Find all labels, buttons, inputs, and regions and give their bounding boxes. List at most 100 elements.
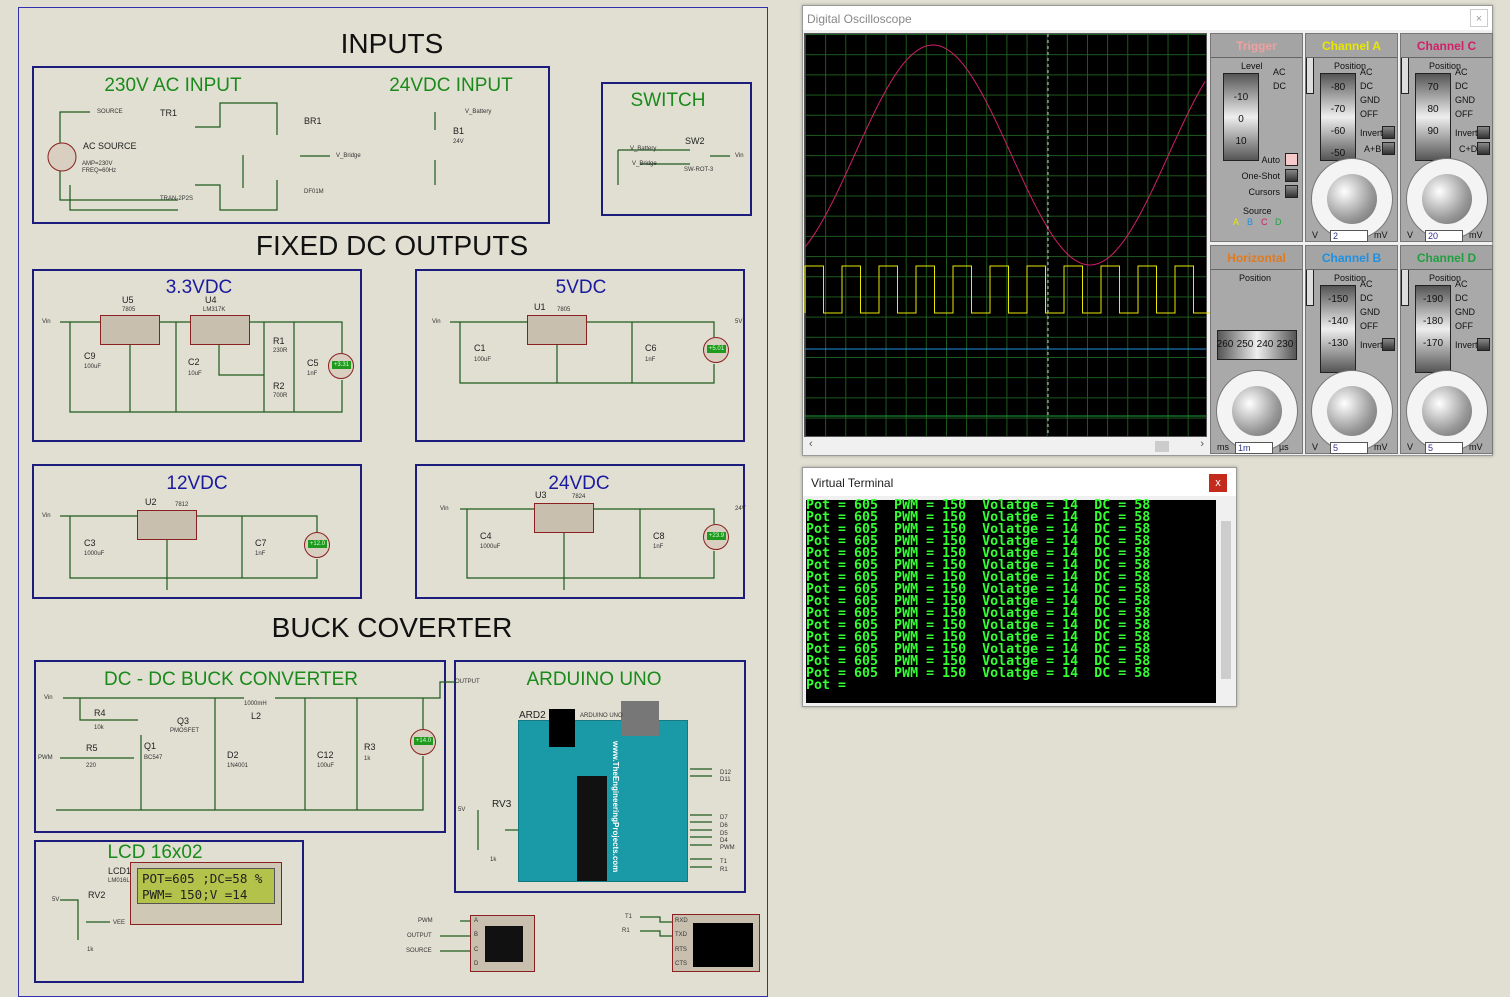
coupling-label: DC — [1455, 81, 1468, 91]
coupling-label: AC — [1455, 67, 1468, 77]
volts-div-knob[interactable] — [1311, 370, 1393, 452]
component-label: VEE — [113, 920, 126, 926]
knob-value[interactable]: 20 — [1425, 230, 1463, 242]
component-label: C6 — [645, 343, 657, 353]
combine-button[interactable] — [1477, 142, 1490, 155]
lcd-line-2: PWM= 150;V =14 — [142, 887, 248, 902]
terminal-output[interactable]: Pot = 605 PWM = 150 Volatge = 14 DC = 58… — [806, 499, 1216, 703]
component-label: 5V — [52, 897, 60, 903]
dial-tick: -150 — [1327, 294, 1348, 305]
unit-right: mV — [1469, 230, 1483, 240]
arduino-board[interactable]: www.TheEngineeringProjects.com — [518, 701, 688, 882]
source-option[interactable]: A — [1233, 217, 1239, 227]
component-label: R1 — [720, 867, 728, 873]
dial-tick: -60 — [1330, 126, 1346, 137]
panel-title: Channel B — [1306, 246, 1397, 270]
component-label: DF01M — [304, 189, 324, 195]
regulator-u1[interactable] — [527, 315, 587, 345]
invert-button[interactable] — [1382, 126, 1395, 139]
knob-value[interactable]: 2 — [1330, 230, 1368, 242]
volts-div-knob[interactable] — [1406, 370, 1488, 452]
knob-value[interactable]: 5 — [1425, 442, 1463, 454]
voltmeter[interactable]: +23.9 — [703, 524, 729, 550]
horizontal-position-dial[interactable]: 260 250 240 230 — [1217, 330, 1297, 360]
component-label: C1 — [474, 343, 486, 353]
invert-button[interactable] — [1477, 338, 1490, 351]
trigger-level-dial[interactable]: -10 0 10 — [1223, 73, 1259, 161]
reg-3v3-title: 3.3VDC — [165, 277, 233, 298]
component-label: RV3 — [492, 799, 512, 810]
trigger-button[interactable] — [1285, 169, 1298, 182]
horizontal-scrollbar[interactable]: ‹ › — [805, 438, 1208, 455]
component-label: U4 — [205, 295, 217, 305]
component-label: OUTPUT — [407, 933, 432, 939]
coupling-label: GND — [1360, 95, 1380, 105]
component-label: Vin — [735, 153, 744, 159]
component-label: ARDUINO UNO — [580, 713, 623, 719]
position-dial[interactable]: -190 -180 -170 — [1415, 285, 1451, 373]
combine-label: C+D — [1459, 144, 1478, 154]
source-option[interactable]: D — [1275, 217, 1282, 227]
invert-button[interactable] — [1382, 338, 1395, 351]
knob-value[interactable]: 1m — [1235, 442, 1273, 454]
invert-button[interactable] — [1477, 126, 1490, 139]
close-icon[interactable]: × — [1470, 9, 1488, 27]
scope-symbol-screen — [485, 926, 523, 962]
volts-div-knob[interactable] — [1311, 158, 1393, 240]
source-option[interactable]: C — [1261, 217, 1268, 227]
unit-left: ms — [1217, 442, 1229, 452]
component-label: D5 — [720, 831, 728, 837]
component-label: Q3 — [177, 716, 190, 726]
coupling-label: GND — [1360, 307, 1380, 317]
position-dial[interactable]: 70 80 90 — [1415, 73, 1451, 161]
panel-title: Channel A — [1306, 34, 1397, 58]
regulator-u5[interactable] — [100, 315, 160, 345]
voltmeter[interactable]: +5.01 — [703, 337, 729, 363]
position-dial[interactable]: -80 -70 -60 -50 — [1320, 73, 1356, 161]
component-label: 10uF — [188, 371, 202, 377]
dial-tick: 230 — [1276, 339, 1294, 350]
component-label: BR1 — [304, 116, 322, 126]
component-label: Vin — [44, 695, 53, 701]
component-label: RTS — [675, 947, 687, 953]
dial-tick: -190 — [1422, 294, 1443, 305]
regulator-u4[interactable] — [190, 315, 250, 345]
knob-value[interactable]: 5 — [1330, 442, 1368, 454]
dial-tick: 240 — [1256, 339, 1274, 350]
arduino-title: ARDUINO UNO — [526, 669, 662, 690]
component-label: R4 — [94, 708, 106, 718]
volts-div-knob[interactable] — [1216, 370, 1298, 452]
lcd-display[interactable]: POT=605 ;DC=58 % PWM= 150;V =14 — [130, 862, 282, 925]
dial-tick: -180 — [1422, 316, 1443, 327]
dial-tick: -140 — [1327, 316, 1348, 327]
invert-label: Invert — [1455, 128, 1478, 138]
trigger-button[interactable] — [1285, 153, 1298, 166]
unit-right: mV — [1374, 230, 1388, 240]
trigger-button[interactable] — [1285, 185, 1298, 198]
coupling-label: AC — [1273, 67, 1286, 77]
oscilloscope-symbol[interactable] — [470, 915, 535, 972]
voltmeter[interactable]: +14.0 — [410, 729, 436, 755]
component-label: C — [474, 947, 479, 953]
source-label: Source — [1243, 206, 1272, 216]
regulator-u3[interactable] — [534, 503, 594, 533]
component-label: R5 — [86, 743, 98, 753]
component-label: T1 — [720, 859, 728, 865]
scope-display[interactable] — [804, 33, 1207, 437]
close-icon[interactable]: x — [1209, 474, 1227, 492]
position-dial[interactable]: -150 -140 -130 — [1320, 285, 1356, 373]
regulator-u2[interactable] — [137, 510, 197, 540]
volts-div-knob[interactable] — [1406, 158, 1488, 240]
source-option[interactable]: B — [1247, 217, 1253, 227]
component-label: V_Bridge — [336, 153, 361, 159]
component-label: PWM — [720, 845, 735, 851]
board-website: www.TheEngineeringProjects.com — [611, 741, 620, 873]
combine-button[interactable] — [1382, 142, 1395, 155]
voltmeter[interactable]: +3.31 — [328, 353, 354, 379]
voltmeter[interactable]: +12.0 — [304, 532, 330, 558]
inputs-heading: INPUTS — [340, 28, 444, 59]
vertical-scrollbar[interactable] — [1219, 501, 1233, 704]
coupling-label: AC — [1360, 279, 1373, 289]
component-label: AMP=230V — [82, 161, 113, 167]
invert-label: Invert — [1360, 340, 1383, 350]
